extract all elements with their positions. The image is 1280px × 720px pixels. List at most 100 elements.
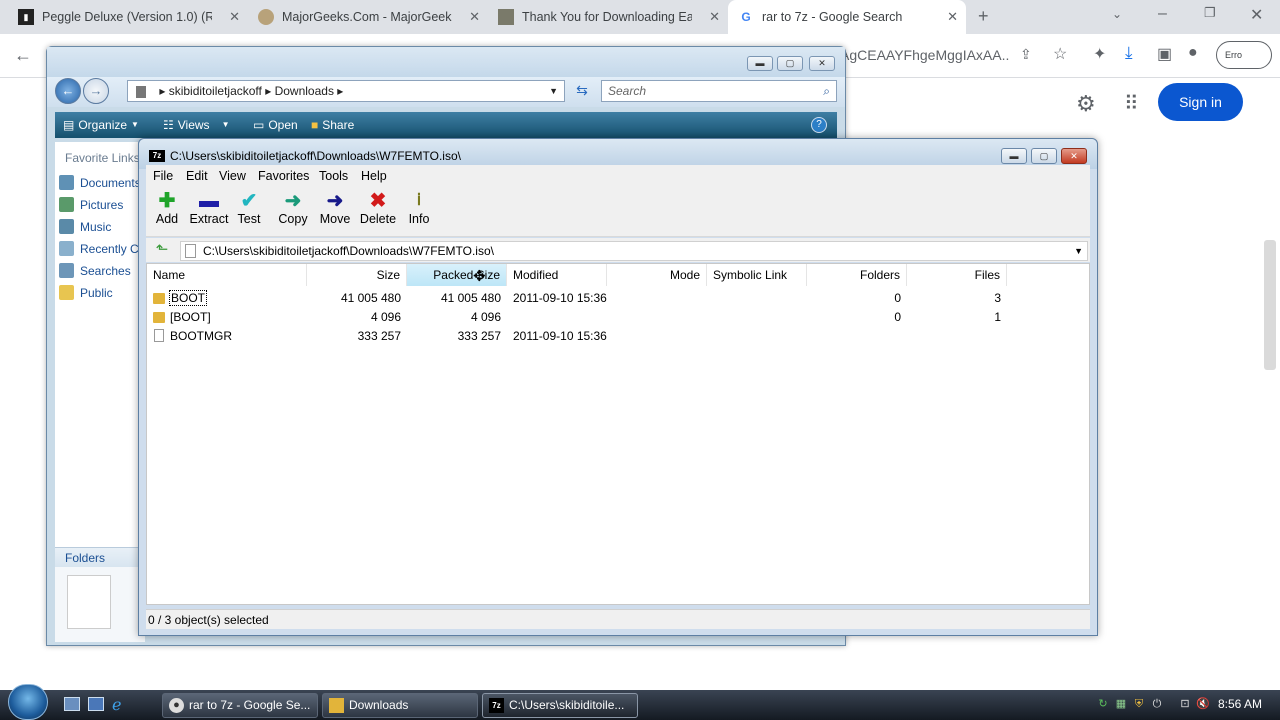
extension-icon[interactable]: ✦: [1093, 44, 1106, 64]
download-icon[interactable]: ⤓: [1125, 43, 1133, 63]
close-icon[interactable]: ✕: [709, 9, 720, 25]
table-row[interactable]: BOOT 41 005 480 41 005 480 2011-09-10 15…: [147, 288, 1089, 307]
close-button[interactable]: ✕: [1061, 148, 1087, 164]
chevron-down-icon[interactable]: ⌄: [1112, 7, 1122, 21]
shield-tray-icon[interactable]: ⛨: [1132, 697, 1146, 711]
network-tray-icon[interactable]: ↻: [1096, 697, 1110, 711]
tab-majorgeeks[interactable]: MajorGeeks.Com - MajorGeeks ✕: [248, 0, 488, 34]
menu-file[interactable]: File: [153, 169, 173, 183]
close-icon[interactable]: ✕: [947, 9, 958, 25]
sidebar-item-pictures[interactable]: Pictures: [59, 197, 139, 212]
up-folder-icon[interactable]: ⬑: [152, 240, 172, 260]
tab-download[interactable]: Thank You for Downloading Eas ✕: [488, 0, 728, 34]
taskbar-item-chrome[interactable]: ● rar to 7z - Google Se...: [162, 693, 318, 718]
taskbar-item-downloads[interactable]: Downloads: [322, 693, 478, 718]
menu-edit[interactable]: Edit: [186, 169, 208, 183]
tab-google-search[interactable]: G rar to 7z - Google Search ✕: [728, 0, 966, 34]
back-button[interactable]: ←: [55, 78, 81, 104]
restore-icon[interactable]: ❐: [1204, 5, 1216, 21]
column-files[interactable]: Files: [907, 264, 1007, 286]
internet-explorer-icon[interactable]: ℯ: [112, 695, 121, 715]
column-mode[interactable]: Mode: [607, 264, 707, 286]
tab-peggle[interactable]: ▮ Peggle Deluxe (Version 1.0) (Rev ✕: [8, 0, 248, 34]
minimize-button[interactable]: ▬: [747, 56, 773, 71]
power-tray-icon[interactable]: ⏻: [1150, 697, 1164, 711]
column-symbolic-link[interactable]: Symbolic Link: [707, 264, 807, 286]
views-button[interactable]: ☷ Views ▼: [163, 112, 229, 138]
explorer-search-input[interactable]: Search ⌕: [601, 80, 837, 102]
column-size[interactable]: Size: [307, 264, 407, 286]
maximize-button[interactable]: ▢: [777, 56, 803, 71]
copy-button[interactable]: ➜ Copy: [274, 190, 312, 226]
add-button[interactable]: ✚ Add: [148, 190, 186, 226]
minimize-button[interactable]: ▬: [1001, 148, 1027, 164]
info-button[interactable]: ⅰ Info: [402, 190, 436, 226]
dropdown-icon[interactable]: ▼: [549, 81, 558, 101]
close-icon[interactable]: ✕: [229, 9, 240, 25]
close-button[interactable]: ✕: [809, 56, 835, 71]
page-scrollbar[interactable]: [1264, 240, 1276, 370]
folders-toggle[interactable]: Folders: [55, 547, 139, 567]
forward-button[interactable]: →: [83, 78, 109, 104]
clock[interactable]: 8:56 AM: [1218, 697, 1262, 711]
arrow-right-icon: ➜: [326, 190, 344, 212]
breadcrumb-sep: ▸: [159, 84, 169, 98]
new-tab-icon[interactable]: +: [978, 6, 989, 27]
search-icon[interactable]: ⌕: [823, 81, 830, 101]
breadcrumb-downloads[interactable]: Downloads: [275, 84, 334, 98]
settings-gear-icon[interactable]: ⚙: [1076, 91, 1096, 117]
favorite-links-heading: Favorite Links: [65, 151, 140, 165]
security-tray-icon[interactable]: ▦: [1114, 697, 1128, 711]
path-input[interactable]: C:\Users\skibiditoiletjackoff\Downloads\…: [180, 241, 1088, 261]
row-size: 41 005 480: [340, 291, 401, 305]
sidebar-item-documents[interactable]: Documents: [59, 175, 139, 190]
sidebar-item-music[interactable]: Music: [59, 219, 139, 234]
delete-button[interactable]: ✖ Delete: [358, 190, 398, 226]
profile-icon[interactable]: ●: [1188, 44, 1198, 62]
start-button[interactable]: [8, 684, 48, 720]
table-row[interactable]: BOOTMGR 333 257 333 257 2011-09-10 15:36: [147, 326, 1089, 345]
menu-favorites[interactable]: Favorites: [258, 169, 309, 183]
refresh-icon[interactable]: ⇆: [571, 82, 593, 102]
bookmark-star-icon[interactable]: ☆: [1053, 44, 1067, 64]
profile-error-button[interactable]: Erro: [1216, 41, 1272, 69]
apps-grid-icon[interactable]: ⠿: [1124, 91, 1139, 116]
switch-windows-icon[interactable]: [88, 697, 104, 711]
taskbar-item-7zip[interactable]: 7z C:\Users\skibiditoile...: [482, 693, 638, 718]
maximize-button[interactable]: ▢: [1031, 148, 1057, 164]
column-name[interactable]: Name: [147, 264, 307, 286]
7zip-logo-icon: 7z: [149, 150, 165, 162]
extract-button[interactable]: ▬ Extract: [186, 190, 232, 226]
column-folders[interactable]: Folders: [807, 264, 907, 286]
close-icon[interactable]: ✕: [469, 9, 480, 25]
sign-in-button[interactable]: Sign in: [1158, 83, 1243, 121]
column-modified[interactable]: Modified: [507, 264, 607, 286]
column-packed-size[interactable]: Packed Size: [407, 264, 507, 286]
explorer-address-bar[interactable]: ▸ skibiditoiletjackoff ▸ Downloads ▸ ▼: [127, 80, 565, 102]
table-row[interactable]: [BOOT] 4 096 4 096 0 1: [147, 307, 1089, 326]
menu-help[interactable]: Help: [361, 169, 387, 183]
side-panel-icon[interactable]: ▣: [1157, 44, 1172, 64]
open-button[interactable]: ▭ Open: [253, 112, 298, 138]
menu-tools[interactable]: Tools: [319, 169, 348, 183]
sidebar-item-public[interactable]: Public: [59, 285, 139, 300]
back-arrow-icon[interactable]: ←: [14, 45, 32, 66]
volume-muted-tray-icon[interactable]: 🔇: [1196, 697, 1210, 711]
test-button[interactable]: ✔ Test: [232, 190, 266, 226]
network-monitor-tray-icon[interactable]: ⊡: [1178, 697, 1192, 711]
organize-button[interactable]: ▤ Organize ▼: [63, 112, 139, 138]
close-window-icon[interactable]: ✕: [1250, 5, 1263, 25]
share-icon[interactable]: ⇪: [1020, 46, 1032, 63]
help-icon[interactable]: ?: [811, 117, 827, 133]
breadcrumb-user[interactable]: skibiditoiletjackoff: [169, 84, 262, 98]
share-button[interactable]: ■ Share: [311, 112, 354, 138]
move-button[interactable]: ➜ Move: [316, 190, 354, 226]
menu-view[interactable]: View: [219, 169, 246, 183]
sidebar-item-recently-changed[interactable]: Recently Changed: [59, 241, 139, 256]
sidebar-item-searches[interactable]: Searches: [59, 263, 139, 278]
minimize-icon[interactable]: –: [1158, 5, 1167, 23]
dropdown-icon[interactable]: ▼: [1074, 242, 1083, 260]
show-desktop-icon[interactable]: [64, 697, 80, 711]
tab-title: Thank You for Downloading Eas: [522, 10, 692, 24]
omnibox-text[interactable]: AgCEAAYFhgeMggIAxAA...: [840, 40, 1010, 70]
